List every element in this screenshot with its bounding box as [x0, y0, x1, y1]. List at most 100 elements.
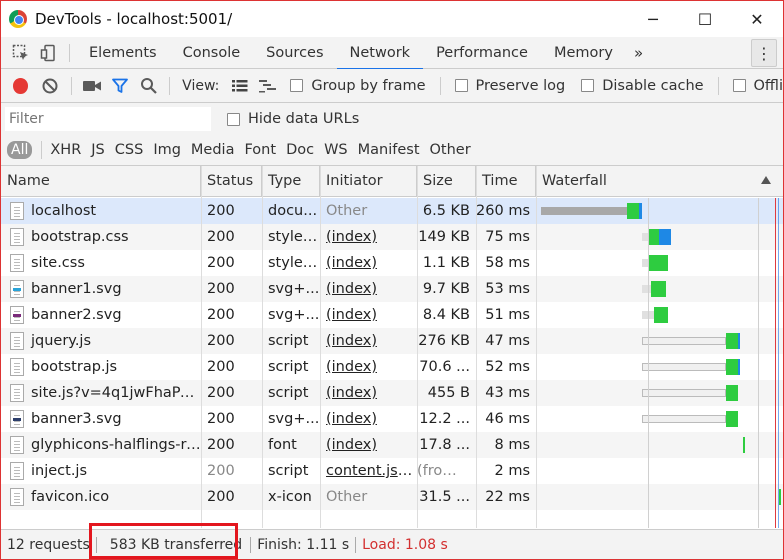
- cell-name: jquery.js: [31, 333, 92, 349]
- cell-size: 17.8 ...: [419, 437, 470, 453]
- cell-status: 200: [207, 489, 235, 505]
- column-header-waterfall[interactable]: Waterfall: [536, 166, 783, 197]
- table-row[interactable]: bootstrap.css 200 styles... (index) 149 KB 75…: [1, 224, 783, 250]
- type-filter-all[interactable]: All: [7, 141, 33, 159]
- overview-waterfall-icon[interactable]: [254, 72, 283, 100]
- cell-size: (from...: [417, 463, 471, 479]
- cell-time: 75 ms: [485, 229, 530, 245]
- close-button[interactable]: ✕: [731, 1, 783, 37]
- cell-time: 8 ms: [494, 437, 530, 453]
- request-count: 12 requests: [7, 536, 90, 553]
- clear-icon[interactable]: [36, 72, 65, 100]
- column-header-status[interactable]: Status: [201, 166, 262, 197]
- table-row[interactable]: glyphicons-halflings-re... 200 font (index)…: [1, 432, 783, 458]
- checkbox-box[interactable]: [454, 79, 468, 92]
- tab-memory[interactable]: Memory: [541, 37, 626, 69]
- search-icon[interactable]: [135, 72, 164, 100]
- cell-type: script: [268, 385, 309, 401]
- cell-initiator[interactable]: (index): [320, 354, 417, 380]
- type-filter-img[interactable]: Img: [148, 142, 186, 158]
- disable-cache-checkbox[interactable]: Disable cache: [581, 77, 704, 94]
- type-filter-other[interactable]: Other: [425, 142, 476, 158]
- tab-network[interactable]: Network: [336, 37, 424, 70]
- cell-initiator[interactable]: (index): [320, 302, 417, 328]
- cell-type: svg+...: [268, 411, 320, 427]
- cell-initiator[interactable]: (index): [320, 224, 417, 250]
- tab-elements[interactable]: Elements: [76, 37, 170, 69]
- screenshot-camera-icon[interactable]: [78, 72, 107, 100]
- cell-type: script: [268, 463, 309, 479]
- type-filter-xhr[interactable]: XHR: [45, 142, 86, 158]
- column-header-size[interactable]: Size: [417, 166, 476, 197]
- table-row[interactable]: banner1.svg 200 svg+... (index) 9.7 KB 53 ms: [1, 276, 783, 302]
- type-filter-ws[interactable]: WS: [319, 142, 353, 158]
- large-rows-icon[interactable]: [225, 72, 254, 100]
- column-header-name[interactable]: Name: [1, 166, 201, 197]
- table-row[interactable]: inject.js 200 script content.js:55 (from... 2…: [1, 458, 783, 484]
- type-filter-js[interactable]: JS: [86, 142, 109, 158]
- column-divider: [476, 166, 477, 528]
- disable-cache-label: Disable cache: [602, 77, 704, 94]
- device-toolbar-icon[interactable]: [35, 39, 63, 67]
- group-by-frame-checkbox[interactable]: Group by frame: [290, 77, 426, 94]
- cell-size: 149 KB: [418, 229, 470, 245]
- table-row[interactable]: favicon.ico 200 x-icon Other 31.5 ... 22 ms: [1, 484, 783, 510]
- type-filter-media[interactable]: Media: [186, 142, 240, 158]
- column-header-type[interactable]: Type: [262, 166, 320, 197]
- checkbox-box[interactable]: [732, 79, 746, 92]
- cell-name: bootstrap.css: [31, 229, 129, 245]
- cell-initiator[interactable]: (index): [320, 406, 417, 432]
- table-row[interactable]: site.css 200 styles... (index) 1.1 KB 58 ms: [1, 250, 783, 276]
- cell-name: inject.js: [31, 463, 88, 479]
- checkbox-box[interactable]: [227, 112, 240, 126]
- checkbox-box[interactable]: [290, 79, 304, 92]
- group-by-frame-label: Group by frame: [311, 77, 426, 94]
- window-controls: ─ ☐ ✕: [627, 1, 783, 37]
- offline-checkbox[interactable]: Offli: [732, 78, 783, 94]
- type-filter-manifest[interactable]: Manifest: [353, 142, 425, 158]
- table-row[interactable]: localhost 200 docu... Other 6.5 KB 260 ms: [1, 198, 783, 224]
- filter-input[interactable]: [5, 107, 211, 131]
- waterfall-bar: [725, 359, 738, 375]
- waterfall-bar: [653, 307, 669, 323]
- inspect-element-icon[interactable]: [7, 39, 35, 67]
- column-divider: [320, 166, 321, 528]
- tab-sources[interactable]: Sources: [253, 37, 336, 69]
- table-row[interactable]: site.js?v=4q1jwFhaPaZ... 200 script (index)…: [1, 380, 783, 406]
- tab-console[interactable]: Console: [170, 37, 254, 69]
- table-row[interactable]: banner3.svg 200 svg+... (index) 12.2 ... 46 m…: [1, 406, 783, 432]
- cell-time: 260 ms: [476, 203, 530, 219]
- more-options-icon[interactable]: ⋮: [751, 39, 777, 67]
- cell-initiator[interactable]: (index): [320, 276, 417, 302]
- preserve-log-checkbox[interactable]: Preserve log: [454, 78, 565, 94]
- cell-initiator[interactable]: (index): [320, 380, 417, 406]
- more-tabs-button[interactable]: »: [626, 44, 651, 62]
- cell-initiator[interactable]: (index): [320, 432, 417, 458]
- cell-initiator[interactable]: content.js:55: [320, 458, 417, 484]
- cell-type: styles...: [268, 255, 320, 271]
- record-button[interactable]: [13, 77, 29, 94]
- column-header-initiator[interactable]: Initiator: [320, 166, 417, 197]
- cell-initiator: Other: [326, 203, 368, 219]
- cell-initiator: Other: [326, 489, 368, 505]
- column-header-time[interactable]: Time: [476, 166, 536, 197]
- table-row[interactable]: banner2.svg 200 svg+... (index) 8.4 KB 51 ms: [1, 302, 783, 328]
- filter-funnel-icon[interactable]: [106, 72, 135, 100]
- chrome-logo-icon: [9, 10, 27, 28]
- network-toolbar: View: Group by frame Preserve log Disabl…: [1, 69, 783, 103]
- table-row[interactable]: jquery.js 200 script (index) 276 KB 47 ms: [1, 328, 783, 354]
- cell-size: 455 B: [427, 385, 470, 401]
- type-filter-doc[interactable]: Doc: [281, 142, 319, 158]
- type-filter-css[interactable]: CSS: [110, 142, 149, 158]
- waterfall-bar: [737, 333, 741, 349]
- tab-performance[interactable]: Performance: [423, 37, 541, 69]
- type-filter-font[interactable]: Font: [239, 142, 281, 158]
- maximize-button[interactable]: ☐: [679, 1, 731, 37]
- cell-initiator[interactable]: (index): [320, 328, 417, 354]
- table-row[interactable]: bootstrap.js 200 script (index) 70.6 ... 52 m…: [1, 354, 783, 380]
- cell-initiator[interactable]: (index): [320, 250, 417, 276]
- minimize-button[interactable]: ─: [627, 1, 679, 37]
- hide-data-urls-checkbox[interactable]: Hide data URLs: [227, 111, 359, 127]
- checkbox-box[interactable]: [581, 79, 595, 92]
- cell-type: svg+...: [268, 281, 320, 297]
